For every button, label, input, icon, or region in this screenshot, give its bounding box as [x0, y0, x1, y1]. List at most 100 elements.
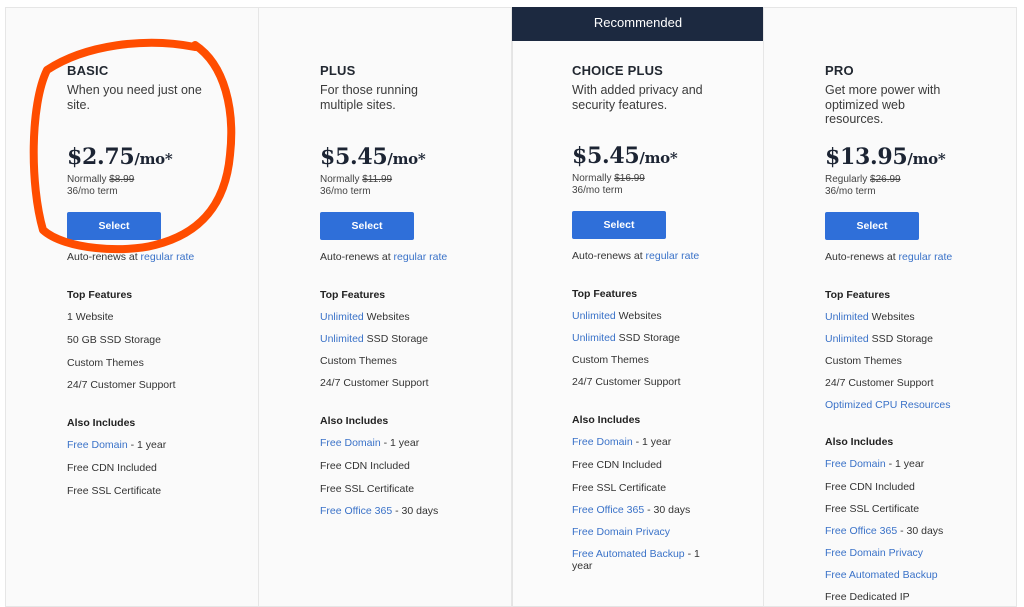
price-amount: $5.45 [572, 143, 640, 169]
plan-header: PRO Get more power with optimized web re… [825, 63, 1006, 127]
unlimited-link[interactable]: Unlimited [320, 333, 364, 345]
normally-label: Normally [67, 174, 107, 185]
plan-header: BASIC When you need just one site. [67, 63, 248, 112]
free-domain-link[interactable]: Free Domain [572, 436, 633, 448]
feature-item: 24/7 Customer Support [572, 376, 681, 388]
include-item: Free CDN Included [320, 460, 410, 472]
term: 36/mo term [825, 186, 876, 197]
price-period: /mo* [907, 150, 946, 168]
plan-card-basic: BASIC When you need just one site. $2.75… [5, 7, 259, 607]
optimized-cpu-link[interactable]: Optimized CPU Resources [825, 399, 950, 411]
free-office-365-link[interactable]: Free Office 365 [320, 505, 392, 517]
include-item: Free Automated Backup - 1 year [572, 548, 700, 572]
free-domain-link[interactable]: Free Domain [320, 437, 381, 449]
price-amount: $5.45 [320, 144, 388, 170]
autorenew-note: Auto-renews at regular rate [825, 251, 952, 263]
price-block: $2.75/mo* Normally $8.99 36/mo term [67, 144, 173, 198]
feature-item: Custom Themes [825, 355, 902, 367]
include-item: Free SSL Certificate [572, 482, 667, 494]
also-includes-heading: Also Includes [320, 415, 389, 427]
feature-item: 24/7 Customer Support [67, 379, 176, 391]
feature-item: Unlimited Websites [572, 310, 662, 322]
unlimited-link[interactable]: Unlimited [825, 333, 869, 345]
term: 36/mo term [320, 186, 371, 197]
plan-price: $2.75/mo* [67, 144, 173, 170]
include-item: Free Automated Backup [825, 569, 975, 581]
feature-item: Custom Themes [572, 354, 649, 366]
top-features-heading: Top Features [67, 289, 133, 301]
plan-description: With added privacy and security features… [572, 83, 703, 112]
include-item: Free Dedicated IP [825, 591, 910, 603]
regularly-label: Regularly [825, 174, 868, 185]
strikethrough-price: $11.99 [362, 174, 393, 185]
also-includes-heading: Also Includes [572, 414, 641, 426]
autorenew-note: Auto-renews at regular rate [67, 251, 194, 263]
plan-name: BASIC [67, 63, 109, 78]
autorenew-text: Auto-renews at [320, 251, 394, 263]
include-item: Free CDN Included [572, 459, 662, 471]
unlimited-link[interactable]: Unlimited [572, 332, 616, 344]
include-item: Free Domain Privacy [572, 526, 722, 538]
free-automated-backup-link[interactable]: Free Automated Backup [825, 569, 938, 581]
plan-name: PRO [825, 63, 854, 78]
autorenew-note: Auto-renews at regular rate [572, 250, 699, 262]
top-features-heading: Top Features [572, 288, 638, 300]
include-item: Free Domain - 1 year [825, 458, 925, 470]
unlimited-link[interactable]: Unlimited [320, 311, 364, 323]
plan-description: For those running multiple sites. [320, 83, 418, 112]
price-block: $5.45/mo* Normally $11.99 36/mo term [320, 144, 426, 198]
free-automated-backup-link[interactable]: Free Automated Backup [572, 548, 685, 560]
top-features-heading: Top Features [825, 289, 891, 301]
free-domain-privacy-link[interactable]: Free Domain Privacy [825, 547, 923, 559]
regular-rate-link[interactable]: regular rate [899, 251, 953, 263]
feature-item: Unlimited Websites [320, 311, 410, 323]
feature-item: Custom Themes [67, 357, 144, 369]
price-period: /mo* [639, 149, 678, 167]
feature-item: 24/7 Customer Support [825, 377, 934, 389]
price-block: $5.45/mo* Normally $16.99 36/mo term [572, 143, 678, 197]
unlimited-link[interactable]: Unlimited [825, 311, 869, 323]
select-button-plus[interactable]: Select [320, 212, 414, 240]
include-item: Free Domain - 1 year [67, 439, 167, 451]
plan-price: $5.45/mo* [320, 144, 426, 170]
pricing-plans: BASIC When you need just one site. $2.75… [5, 7, 1017, 607]
feature-item: Unlimited SSD Storage [572, 332, 680, 344]
regular-rate-link[interactable]: regular rate [141, 251, 195, 263]
unlimited-link[interactable]: Unlimited [572, 310, 616, 322]
price-block: $13.95/mo* Regularly $26.99 36/mo term [825, 144, 946, 198]
free-office-365-link[interactable]: Free Office 365 [825, 525, 897, 537]
free-office-365-link[interactable]: Free Office 365 [572, 504, 644, 516]
select-button-pro[interactable]: Select [825, 212, 919, 240]
price-period: /mo* [387, 150, 426, 168]
include-item: Free Office 365 - 30 days [320, 505, 439, 517]
plan-header: PLUS For those running multiple sites. [320, 63, 501, 112]
free-domain-link[interactable]: Free Domain [67, 439, 128, 451]
plan-header: CHOICE PLUS With added privacy and secur… [572, 63, 753, 112]
include-item: Free Domain - 1 year [320, 437, 420, 449]
normal-price: Regularly $26.99 [825, 174, 945, 186]
feature-item: Unlimited SSD Storage [320, 333, 428, 345]
regular-rate-link[interactable]: regular rate [394, 251, 448, 263]
normally-label: Normally [320, 174, 360, 185]
autorenew-text: Auto-renews at [825, 251, 899, 263]
select-button-basic[interactable]: Select [67, 212, 161, 240]
include-item: Free CDN Included [825, 481, 915, 493]
strikethrough-price: $26.99 [870, 174, 901, 185]
feature-item: 24/7 Customer Support [320, 377, 429, 389]
include-item: Free SSL Certificate [825, 503, 920, 515]
include-item: Free Domain - 1 year [572, 436, 672, 448]
feature-item: Unlimited Websites [825, 311, 915, 323]
plan-description: When you need just one site. [67, 83, 202, 112]
free-domain-privacy-link[interactable]: Free Domain Privacy [572, 526, 670, 538]
include-item: Free CDN Included [67, 462, 157, 474]
feature-item: Unlimited SSD Storage [825, 333, 933, 345]
term: 36/mo term [67, 186, 118, 197]
autorenew-text: Auto-renews at [67, 251, 141, 263]
normally-label: Normally [572, 173, 612, 184]
regular-rate-link[interactable]: regular rate [646, 250, 700, 262]
select-button-choice-plus[interactable]: Select [572, 211, 666, 239]
free-domain-link[interactable]: Free Domain [825, 458, 886, 470]
term: 36/mo term [572, 185, 623, 196]
autorenew-text: Auto-renews at [572, 250, 646, 262]
include-item: Free SSL Certificate [320, 483, 415, 495]
